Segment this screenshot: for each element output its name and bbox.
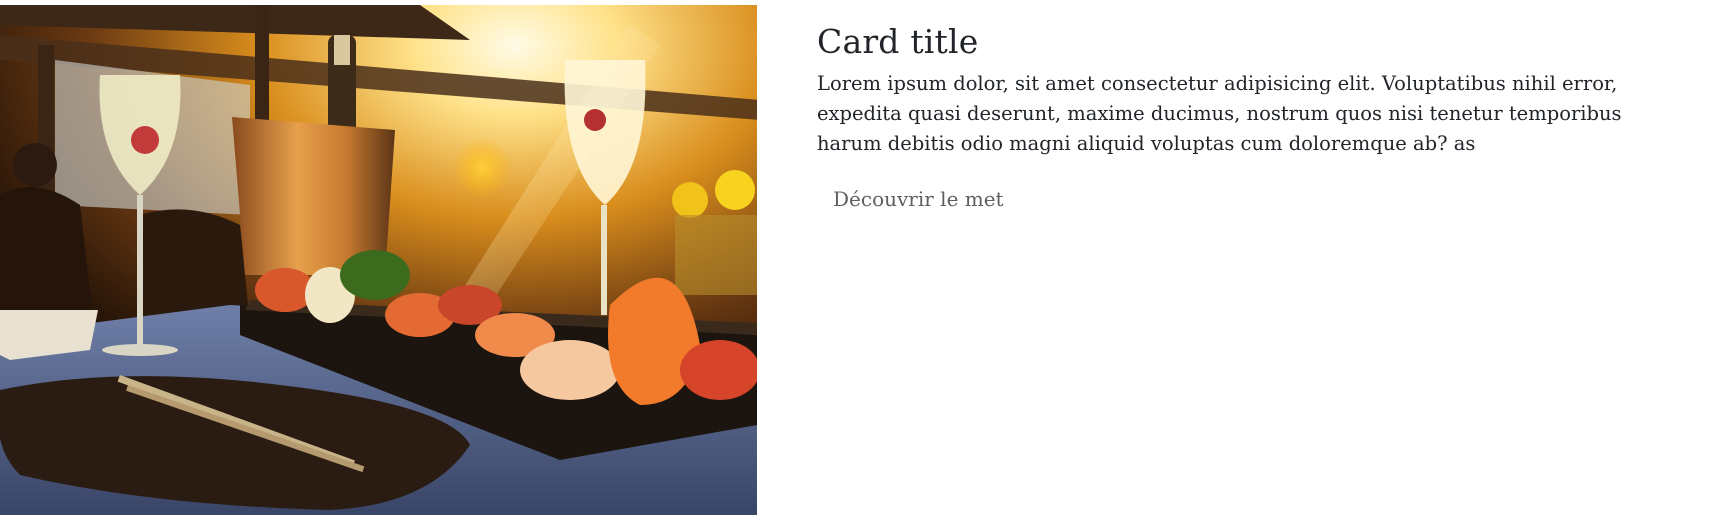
card-text: Lorem ipsum dolor, sit amet consectetur … <box>817 71 1622 155</box>
card: Card title Lorem ipsum dolor, sit amet c… <box>0 0 1716 515</box>
sushi-terrace-photo <box>0 5 757 515</box>
card-body: Card title Lorem ipsum dolor, sit amet c… <box>757 0 1657 515</box>
discover-dish-link[interactable]: Découvrir le met <box>817 177 1020 221</box>
card-title: Card title <box>817 22 979 61</box>
card-image <box>0 5 757 515</box>
